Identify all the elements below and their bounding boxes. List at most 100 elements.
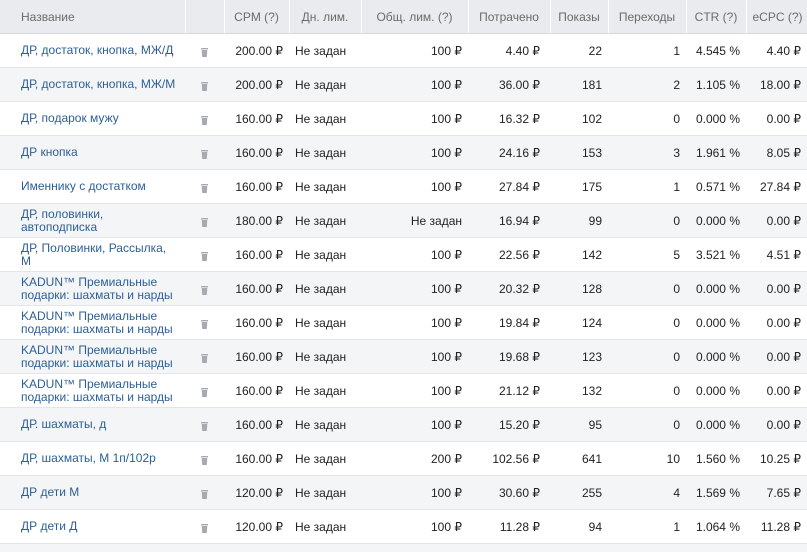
column-header-clicks[interactable]: Переходы xyxy=(608,0,687,34)
trash-icon[interactable] xyxy=(201,183,208,193)
trash-icon[interactable] xyxy=(201,523,208,533)
spent-cell: 16.94 ₽ xyxy=(468,203,550,238)
column-header-name[interactable]: Название xyxy=(0,0,186,34)
campaign-name-cell: ДР. шахматы, д xyxy=(0,407,185,442)
ecpc-cell: 0.00 ₽ xyxy=(746,271,807,306)
campaign-name-link[interactable]: KADUN™ Премиальные подарки: шахматы и на… xyxy=(21,343,173,370)
cpm-cell: 160.00 ₽ xyxy=(224,339,289,374)
spent-cell: 22.56 ₽ xyxy=(468,237,550,272)
total-limit-cell: Не задан xyxy=(361,203,468,238)
cpm-cell: 120.00 ₽ xyxy=(224,509,289,544)
cpm-cell: 120.00 ₽ xyxy=(224,475,289,510)
clicks-cell: 10 xyxy=(608,441,686,476)
ctr-cell: 0.000 % xyxy=(686,339,746,374)
actions-cell xyxy=(185,67,224,102)
daily-limit-cell: Не задан xyxy=(289,33,361,68)
campaign-name-link[interactable]: ДР, Половинки, Рассылка, М xyxy=(21,241,166,268)
campaign-name-link[interactable]: ДР дети Д xyxy=(21,519,77,533)
trash-icon[interactable] xyxy=(201,47,208,57)
actions-cell xyxy=(185,271,224,306)
ctr-cell: 1.560 % xyxy=(686,441,746,476)
impressions-cell: 175 xyxy=(550,169,608,204)
column-header-cpm[interactable]: CPM (?) xyxy=(224,0,290,34)
cpm-cell: 160.00 ₽ xyxy=(224,373,289,408)
clicks-cell: 2 xyxy=(608,67,686,102)
campaign-name-cell: KADUN™ Премиальные подарки: шахматы и на… xyxy=(0,271,185,306)
impressions-cell: 128 xyxy=(550,271,608,306)
ecpc-cell: 8.05 ₽ xyxy=(746,135,807,170)
spent-cell: 19.68 ₽ xyxy=(468,339,550,374)
campaign-name-link[interactable]: KADUN™ Премиальные подарки: шахматы и на… xyxy=(21,377,173,404)
total-limit-cell: 100 ₽ xyxy=(361,169,468,204)
trash-icon[interactable] xyxy=(201,81,208,91)
total-limit-cell: 100 ₽ xyxy=(361,67,468,102)
campaign-name-link[interactable]: Именнику с достатком xyxy=(21,179,146,193)
campaign-name-link[interactable]: ДР дети М xyxy=(21,485,79,499)
campaign-name-cell: ДР, шахматы, М 1п/102р xyxy=(0,441,185,476)
impressions-cell: 255 xyxy=(550,475,608,510)
clicks-cell: 5 xyxy=(608,237,686,272)
campaign-name-link[interactable]: ДР, подарок мужу xyxy=(21,111,119,125)
clicks-cell: 0 xyxy=(608,339,686,374)
impressions-cell: 175 xyxy=(550,543,608,552)
campaign-name-cell: ДР кнопка xyxy=(0,135,185,170)
actions-cell xyxy=(185,305,224,340)
campaign-name-link[interactable]: ДР, половинки, автоподписка xyxy=(21,207,103,234)
actions-cell xyxy=(185,339,224,374)
daily-limit-cell: Не задан xyxy=(289,509,361,544)
trash-icon[interactable] xyxy=(201,489,208,499)
clicks-cell: 0 xyxy=(608,373,686,408)
trash-icon[interactable] xyxy=(201,353,208,363)
trash-icon[interactable] xyxy=(201,285,208,295)
campaign-name-link[interactable]: ДР. шахматы, д xyxy=(21,417,106,431)
campaign-name-link[interactable]: ДР, шахматы, М 1п/102р xyxy=(21,451,156,465)
ecpc-cell: 4.51 ₽ xyxy=(746,237,807,272)
campaign-name-link[interactable]: ДР, достаток, кнопка, МЖ/М xyxy=(21,77,175,91)
table-row: KADUN™ Премиальные подарки: шахматы и на… xyxy=(0,271,807,306)
clicks-cell: 0 xyxy=(608,305,686,340)
campaign-name-link[interactable]: KADUN™ Премиальные подарки: шахматы и на… xyxy=(21,309,173,336)
column-header-impressions[interactable]: Показы xyxy=(550,0,609,34)
trash-icon[interactable] xyxy=(201,217,208,227)
impressions-cell: 99 xyxy=(550,203,608,238)
clicks-cell: 4 xyxy=(608,475,686,510)
clicks-cell: 0 xyxy=(608,203,686,238)
trash-icon[interactable] xyxy=(201,387,208,397)
column-header-ecpc[interactable]: eCPC (?) xyxy=(746,0,807,34)
total-limit-cell: 100 ₽ xyxy=(361,407,468,442)
actions-cell xyxy=(185,407,224,442)
spent-cell: 21.12 ₽ xyxy=(468,373,550,408)
trash-icon[interactable] xyxy=(201,421,208,431)
campaign-name-cell: Именнику с достатком xyxy=(0,169,185,204)
trash-icon[interactable] xyxy=(201,115,208,125)
table-row: ДР кнопка 160.00 ₽ Не задан 100 ₽ 24.16 … xyxy=(0,135,807,170)
impressions-cell: 142 xyxy=(550,237,608,272)
campaign-name-link[interactable]: ДР кнопка xyxy=(21,145,78,159)
clicks-cell: 0 xyxy=(608,271,686,306)
daily-limit-cell: Не задан xyxy=(289,271,361,306)
total-limit-cell: Не задан xyxy=(361,543,468,552)
trash-icon[interactable] xyxy=(201,251,208,261)
column-header-daily-limit[interactable]: Дн. лим. xyxy=(289,0,362,34)
cpm-cell: 160.00 ₽ xyxy=(224,135,289,170)
impressions-cell: 94 xyxy=(550,509,608,544)
campaign-name-link[interactable]: ДР, достаток, кнопка, МЖ/Д xyxy=(21,43,173,57)
daily-limit-cell: Не задан xyxy=(289,373,361,408)
impressions-cell: 153 xyxy=(550,135,608,170)
impressions-cell: 124 xyxy=(550,305,608,340)
column-header-ctr[interactable]: CTR (?) xyxy=(686,0,747,34)
daily-limit-cell: Не задан xyxy=(289,203,361,238)
cpm-cell: 100.00 ₽ xyxy=(224,543,289,552)
table-header: Название CPM (?) Дн. лим. Общ. лим. (?) … xyxy=(0,0,807,34)
trash-icon[interactable] xyxy=(201,319,208,329)
daily-limit-cell: Не задан xyxy=(289,237,361,272)
actions-cell xyxy=(185,543,224,552)
column-header-total-limit[interactable]: Общ. лим. (?) xyxy=(361,0,469,34)
spent-cell: 17.10 ₽ xyxy=(468,543,550,552)
ecpc-cell: 11.28 ₽ xyxy=(746,509,807,544)
trash-icon[interactable] xyxy=(201,455,208,465)
campaign-name-cell: KADUN™ Премиальные подарки: шахматы и на… xyxy=(0,339,185,374)
trash-icon[interactable] xyxy=(201,149,208,159)
column-header-spent[interactable]: Потрачено xyxy=(468,0,551,34)
campaign-name-link[interactable]: KADUN™ Премиальные подарки: шахматы и на… xyxy=(21,275,173,302)
